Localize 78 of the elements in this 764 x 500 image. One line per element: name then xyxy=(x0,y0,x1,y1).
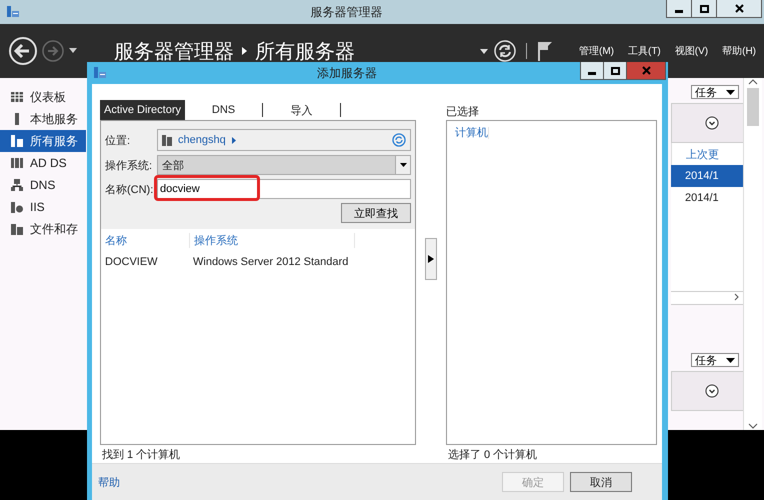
chevron-right-icon xyxy=(232,136,236,144)
tab[interactable]: Active Directory xyxy=(100,100,186,120)
sidebar-item[interactable]: AD DS xyxy=(0,152,86,174)
sidebar-item[interactable]: IIS xyxy=(0,196,86,218)
horizontal-scrollbar[interactable] xyxy=(671,291,743,305)
servers-icon xyxy=(10,134,24,148)
table-row[interactable]: 2014/1 xyxy=(671,165,743,187)
caret-icon xyxy=(400,163,406,167)
find-now-button[interactable]: 立即查找 xyxy=(341,203,411,223)
servers-icon xyxy=(162,134,172,146)
sidebar-item[interactable]: 所有服务 xyxy=(0,130,86,152)
column-header[interactable]: 计算机 xyxy=(451,127,489,139)
minimize-button[interactable] xyxy=(666,0,692,18)
breadcrumb-arrow-icon xyxy=(242,47,247,55)
tab[interactable]: 导入 xyxy=(263,103,342,117)
close-icon xyxy=(734,4,744,13)
maximize-icon xyxy=(700,4,708,12)
status-text: 找到 1 个计算机 xyxy=(101,448,182,462)
flag-icon[interactable] xyxy=(536,40,553,62)
maximize-button[interactable] xyxy=(691,0,717,18)
refresh-icon xyxy=(392,133,406,147)
back-icon[interactable] xyxy=(8,36,38,66)
sidebar-item[interactable]: 本地服务 xyxy=(0,108,86,130)
section-label: 已选择 xyxy=(446,104,480,120)
tasks-dropdown[interactable]: 任务 xyxy=(691,353,739,367)
menu-item[interactable]: 视图(V) xyxy=(674,44,708,58)
server-manager-icon xyxy=(93,66,107,80)
menu-item[interactable]: 工具(T) xyxy=(628,44,661,58)
refresh-icon[interactable] xyxy=(494,40,516,62)
directory-icon xyxy=(10,156,24,170)
maximize-button[interactable] xyxy=(603,62,627,80)
storage-icon xyxy=(10,222,24,236)
column-header[interactable]: 上次更 xyxy=(671,143,743,165)
expand-icon[interactable] xyxy=(705,384,719,398)
vertical-scrollbar[interactable] xyxy=(743,78,762,430)
close-button[interactable] xyxy=(716,0,762,18)
field-label: 操作系统: xyxy=(105,158,154,172)
field-label: 名称(CN): xyxy=(105,182,154,196)
expand-icon[interactable] xyxy=(705,116,719,130)
window-title: 服务器管理器 xyxy=(310,4,384,20)
play-arrow-icon xyxy=(428,254,434,262)
table-cell-text: Windows Server 2012 Standard xyxy=(192,256,350,268)
menu-item[interactable]: 帮助(H) xyxy=(722,44,756,58)
sidebar-item[interactable]: 文件和存 xyxy=(0,218,86,240)
name-input-field[interactable]: docview xyxy=(157,179,411,199)
breadcrumb-item[interactable]: 所有服务器 xyxy=(255,38,355,64)
dashboard-icon xyxy=(10,90,24,104)
sidebar-item[interactable]: DNS xyxy=(0,174,86,196)
sidebar-item[interactable]: 仪表板 xyxy=(0,86,86,108)
caret-icon[interactable] xyxy=(480,48,488,54)
minimize-button[interactable] xyxy=(580,62,604,80)
dialog-title: 添加服务器 xyxy=(316,64,378,82)
os-dropdown[interactable]: 全部 xyxy=(157,155,411,175)
scroll-down-icon xyxy=(748,422,758,430)
add-arrow-button[interactable] xyxy=(425,238,437,280)
breadcrumb-item[interactable]: 服务器管理器 xyxy=(114,38,234,64)
dialog-button[interactable]: 取消 xyxy=(570,472,632,492)
status-text: 选择了 0 个计算机 xyxy=(447,448,538,462)
location-field[interactable]: chengshq xyxy=(157,129,411,151)
menu-item[interactable]: 管理(M) xyxy=(578,44,614,58)
server-manager-icon xyxy=(6,5,20,19)
help-link[interactable]: 帮助 xyxy=(98,474,496,490)
maximize-icon xyxy=(610,66,620,74)
caret-icon xyxy=(726,358,735,362)
caret-icon xyxy=(726,90,735,94)
column-header[interactable]: 操作系统 xyxy=(190,232,355,248)
web-server-icon xyxy=(10,200,24,214)
table-row[interactable]: 2014/1 xyxy=(671,187,743,209)
table-cell-text: DOCVIEW xyxy=(104,256,159,268)
network-icon xyxy=(10,178,24,192)
scrollbar-thumb[interactable] xyxy=(747,88,759,126)
tasks-dropdown[interactable]: 任务 xyxy=(691,85,739,99)
scroll-up-icon xyxy=(748,78,758,86)
field-label: 位置: xyxy=(105,134,132,148)
tab[interactable]: DNS xyxy=(185,103,264,117)
column-header[interactable]: 名称 xyxy=(101,232,190,248)
close-icon xyxy=(642,66,650,75)
caret-icon[interactable] xyxy=(68,48,78,54)
